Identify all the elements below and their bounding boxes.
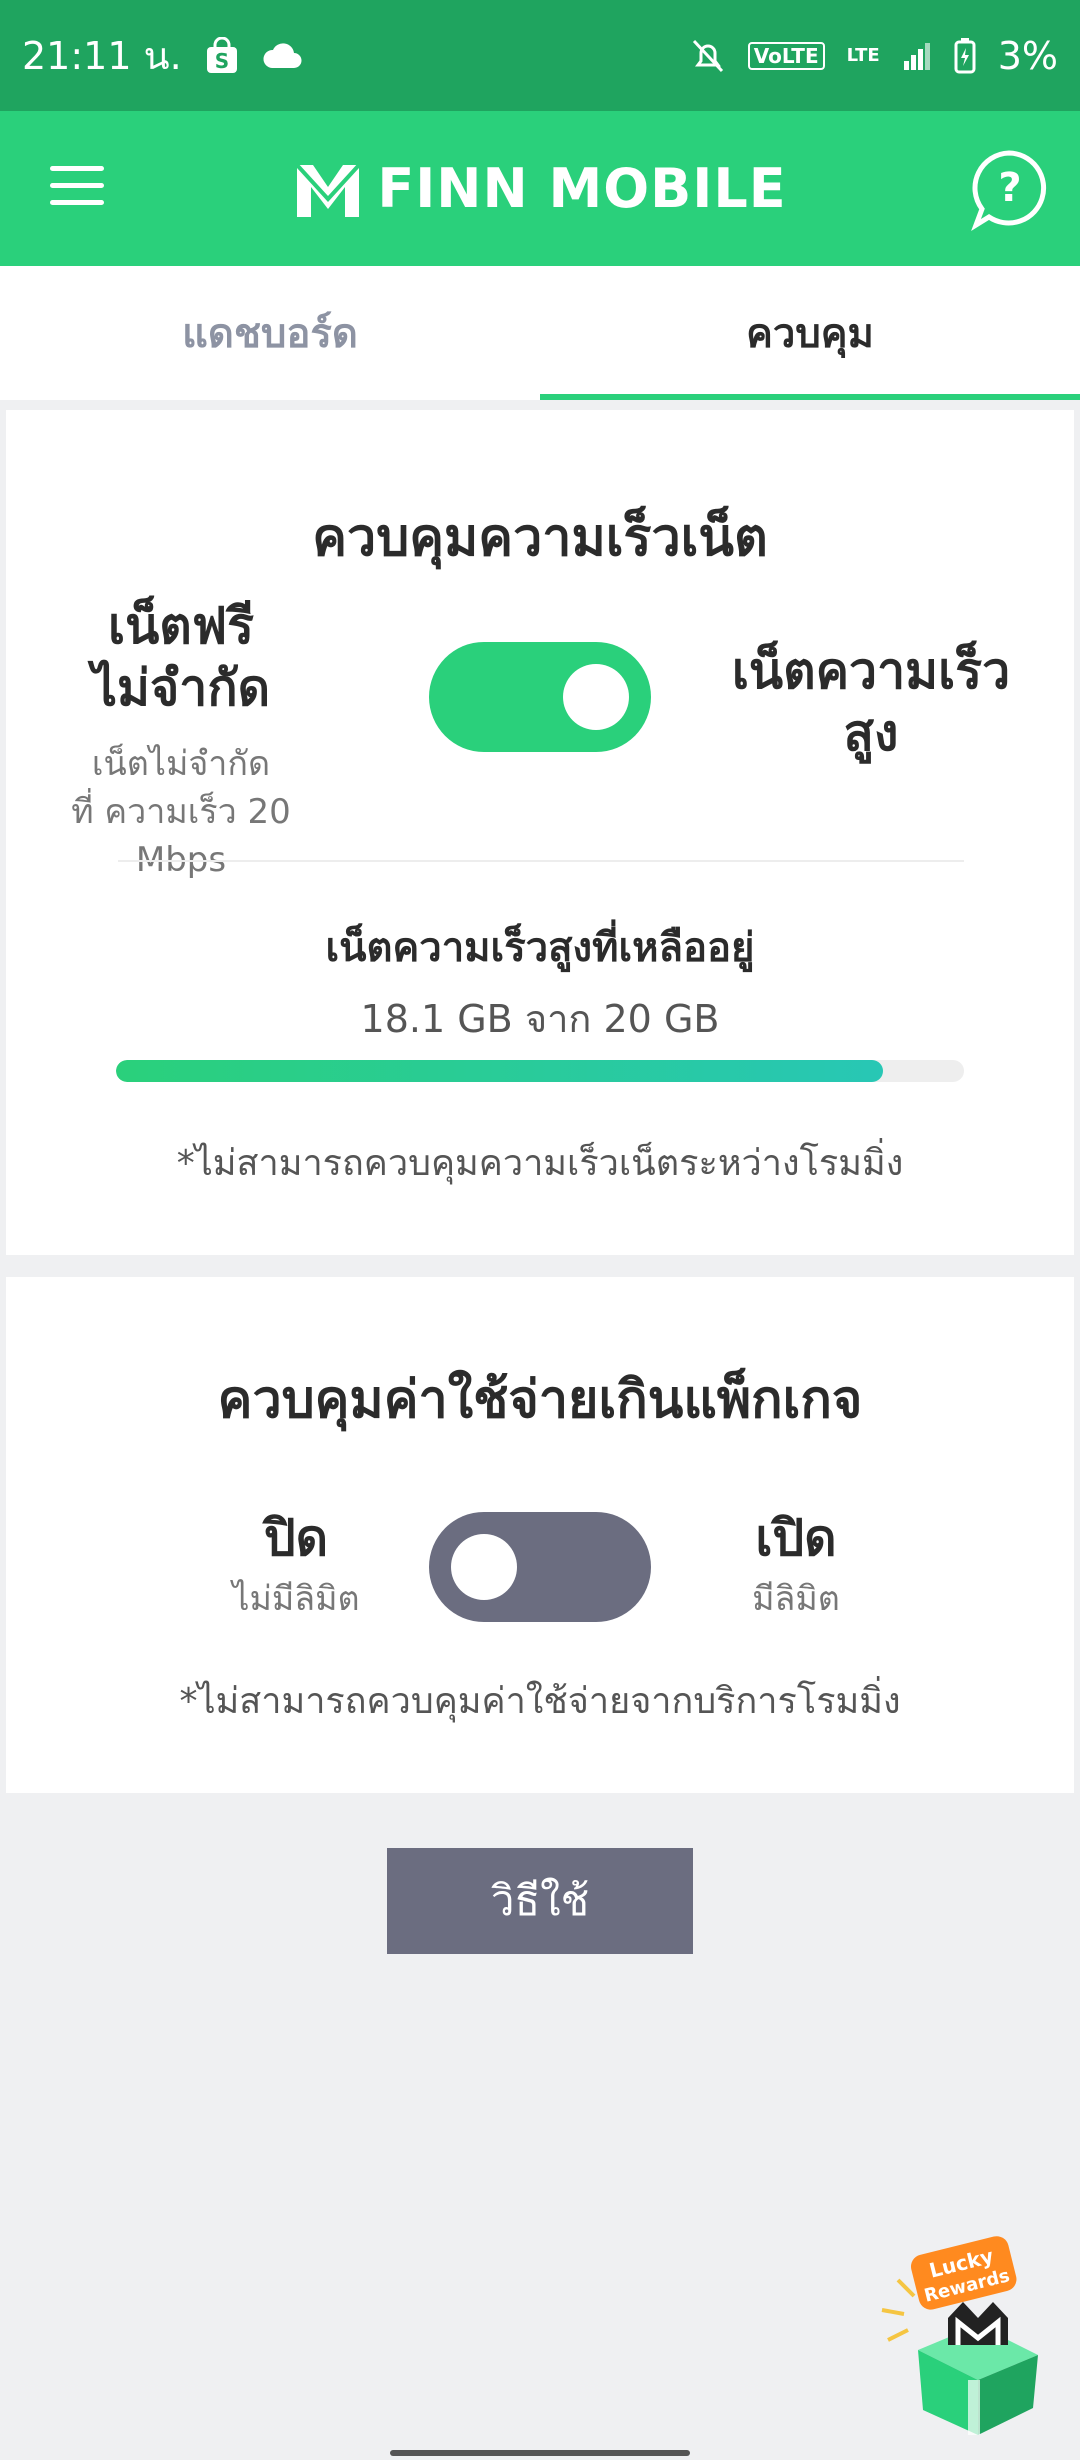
- speed-control-title: ควบคุมความเร็วเน็ต: [312, 508, 768, 568]
- high-speed-label: เน็ตความเร็ว สูง: [696, 640, 1046, 764]
- hamburger-menu-icon[interactable]: [50, 166, 104, 206]
- data-progress-bar: [116, 1060, 964, 1082]
- high-speed-line2: สูง: [843, 704, 899, 762]
- battery-icon: [954, 37, 976, 73]
- free-unlimited-line1: เน็ตฟรี: [108, 597, 254, 655]
- toggle-knob: [563, 664, 629, 730]
- free-unlimited-description: เน็ตไม่จำกัด ที่ ความเร็ว 20 Mbps: [56, 740, 306, 884]
- bell-off-icon: [692, 39, 723, 72]
- volte-badge: VoLTE: [747, 41, 825, 70]
- app-bar: FINN MOBILE ?: [0, 111, 1080, 266]
- status-right: VoLTE LTE 3%: [690, 34, 1058, 78]
- overage-toggle[interactable]: [429, 1512, 651, 1622]
- battery-level: 3%: [997, 33, 1058, 78]
- roaming-speed-note: *ไม่สามารถควบคุมความเร็วเน็ตระหว่างโรมมิ…: [176, 1143, 904, 1184]
- high-speed-line1: เน็ตความเร็ว: [731, 642, 1011, 700]
- overage-control-title: ควบคุมค่าใช้จ่ายเกินแพ็กเกจ: [217, 1370, 863, 1430]
- brand-logo: FINN MOBILE: [293, 157, 786, 220]
- free-unlimited-label: เน็ตฟรี ไม่จำกัด: [56, 595, 306, 719]
- status-time: 21:11 น.: [22, 34, 182, 78]
- speed-toggle[interactable]: [429, 642, 651, 752]
- shopping-bag-icon: S: [206, 36, 237, 73]
- limit-label: มีลิมิต: [752, 1579, 840, 1619]
- svg-text:S: S: [214, 49, 228, 73]
- remaining-label: เน็ตความเร็วสูงที่เหลืออยู่: [325, 925, 755, 971]
- tab-control[interactable]: ควบคุม: [540, 266, 1080, 400]
- home-indicator: [390, 2450, 690, 2456]
- remaining-value: 18.1 GB จาก 20 GB: [360, 997, 720, 1041]
- lucky-rewards-badge[interactable]: Lucky Rewards: [868, 2230, 1058, 2440]
- toggle-knob: [451, 1534, 517, 1600]
- tab-dashboard[interactable]: แดชบอร์ด: [0, 266, 540, 400]
- on-label: เปิด: [755, 1509, 837, 1567]
- signal-icon: [903, 42, 930, 70]
- no-limit-label: ไม่มีลิมิต: [232, 1579, 360, 1619]
- cloud-icon: [263, 42, 302, 68]
- brand-name: FINN MOBILE: [377, 157, 787, 220]
- status-bar: 21:11 น. S VoLTE LTE 3%: [0, 0, 1080, 111]
- svg-text:?: ?: [998, 165, 1021, 211]
- lte-label: LTE: [846, 45, 880, 66]
- free-unlimited-desc-line1: เน็ตไม่จำกัด: [91, 744, 271, 784]
- finn-logo-icon: [295, 163, 361, 217]
- roaming-cost-note: *ไม่สามารถควบคุมค่าใช้จ่ายจากบริการโรมมิ…: [179, 1681, 901, 1722]
- status-left: 21:11 น. S: [22, 25, 304, 86]
- data-progress-fill: [116, 1060, 884, 1082]
- free-unlimited-line2: ไม่จำกัด: [91, 659, 271, 717]
- speed-control-card: ควบคุมความเร็วเน็ต เน็ตฟรี ไม่จำกัด เน็ต…: [6, 410, 1074, 1255]
- how-to-use-button[interactable]: วิธีใช้: [387, 1848, 693, 1954]
- divider: [118, 860, 964, 862]
- tab-bar: แดชบอร์ด ควบคุม: [0, 266, 1080, 400]
- off-label: ปิด: [263, 1509, 329, 1567]
- help-icon[interactable]: ?: [970, 149, 1048, 231]
- overage-control-card: ควบคุมค่าใช้จ่ายเกินแพ็กเกจ ปิด ไม่มีลิม…: [6, 1277, 1074, 1793]
- free-unlimited-desc-line2: ที่ ความเร็ว 20: [71, 792, 291, 832]
